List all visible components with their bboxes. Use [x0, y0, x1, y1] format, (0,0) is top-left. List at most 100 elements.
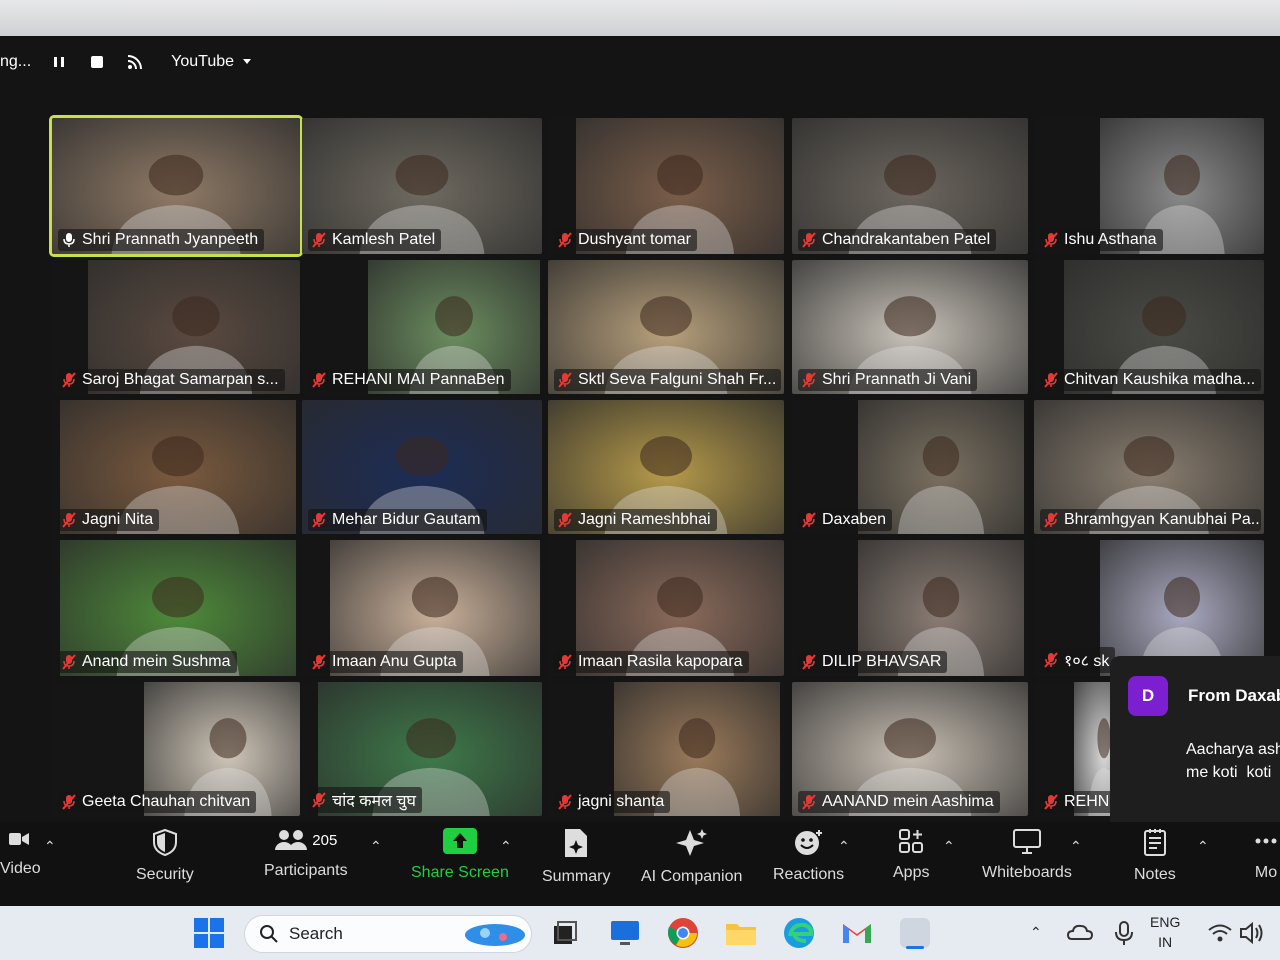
microphone-icon[interactable] — [1110, 919, 1138, 947]
more-button[interactable]: Mo — [1254, 828, 1278, 882]
participant-tile[interactable]: Bhramhgyan Kanubhai Pa... — [1034, 400, 1264, 534]
reactions-button[interactable]: Reactions — [773, 828, 844, 884]
notes-button[interactable]: Notes — [1134, 828, 1176, 884]
share-options-caret-icon[interactable]: ⌃ — [500, 838, 512, 855]
participant-name-tag: Dushyant tomar — [554, 229, 697, 251]
participant-tile[interactable]: Chandrakantaben Patel — [792, 118, 1028, 254]
caret-down-icon — [243, 59, 252, 64]
participant-tile[interactable]: Ishu Asthana — [1034, 118, 1264, 254]
onedrive-icon[interactable] — [1066, 919, 1094, 947]
participant-name: Chandrakantaben Patel — [822, 231, 991, 248]
desktop-app-icon[interactable] — [608, 916, 642, 950]
participant-tile[interactable]: Jagni Rameshbhai — [548, 400, 784, 534]
participant-tile[interactable]: jagni shanta — [548, 682, 784, 816]
participant-name: REHNI — [1064, 793, 1114, 810]
participant-tile[interactable]: Saroj Bhagat Samarpan s... — [52, 260, 300, 394]
muted-mic-icon — [312, 372, 326, 388]
pause-icon[interactable] — [49, 52, 69, 72]
taskbar-search[interactable]: Search — [244, 915, 532, 953]
gmail-icon[interactable] — [840, 916, 874, 950]
muted-mic-icon — [62, 794, 76, 810]
participant-tile[interactable]: चांद कमल चुघ — [302, 682, 542, 816]
participants-label: Participants — [264, 862, 348, 879]
whiteboards-button[interactable]: Whiteboards — [982, 828, 1072, 882]
participant-name: Kamlesh Patel — [332, 231, 436, 248]
reactions-options-caret-icon[interactable]: ⌃ — [838, 838, 850, 855]
muted-mic-icon — [802, 372, 816, 388]
participant-name: Saroj Bhagat Samarpan s... — [82, 371, 279, 388]
participant-tile[interactable]: REHANI MAI PannaBen — [302, 260, 542, 394]
participant-tile[interactable]: Jagni Nita — [52, 400, 300, 534]
summary-label: Summary — [542, 868, 611, 885]
muted-mic-icon — [1044, 652, 1058, 668]
summary-button[interactable]: Summary — [542, 828, 610, 886]
task-view-icon[interactable] — [548, 916, 582, 950]
edge-icon[interactable] — [782, 916, 816, 950]
sparkle-icon — [675, 829, 707, 856]
participant-tile[interactable]: Dushyant tomar — [548, 118, 784, 254]
whiteboards-label: Whiteboards — [982, 864, 1072, 881]
video-options-caret-icon[interactable]: ⌃ — [44, 838, 56, 855]
more-dots-icon — [1255, 838, 1277, 844]
participant-tile[interactable]: Shri Prannath Ji Vani — [792, 260, 1028, 394]
zoom-app-icon[interactable] — [898, 916, 932, 950]
participant-tile[interactable]: Kamlesh Patel — [302, 118, 542, 254]
chat-notification[interactable]: D From Daxab Aacharya ash me koti koti — [1110, 656, 1280, 838]
muted-mic-icon — [802, 232, 816, 248]
volume-icon[interactable] — [1238, 919, 1266, 947]
chrome-icon[interactable] — [666, 916, 700, 950]
participant-name-tag: Shri Prannath Ji Vani — [798, 369, 978, 391]
participant-name: Imaan Rasila kapopara — [578, 653, 743, 670]
participant-name-tag: Chitvan Kaushika madha... — [1040, 369, 1261, 391]
participant-name-tag: Shri Prannath Jyanpeeth — [58, 229, 265, 251]
smiley-icon — [794, 830, 822, 855]
language-indicator[interactable]: ENG IN — [1150, 912, 1180, 952]
security-button[interactable]: Security — [136, 828, 194, 884]
participants-count: 205 — [312, 831, 338, 849]
apps-options-caret-icon[interactable]: ⌃ — [943, 838, 955, 855]
stop-icon[interactable] — [87, 52, 107, 72]
video-button[interactable]: Video — [0, 828, 41, 878]
participant-tile[interactable]: Geeta Chauhan chitvan — [52, 682, 300, 816]
participant-tile[interactable]: Chitvan Kaushika madha... — [1034, 260, 1264, 394]
participant-tile[interactable]: Sktl Seva Falguni Shah Fr... — [548, 260, 784, 394]
participant-name: Bhramhgyan Kanubhai Pa... — [1064, 511, 1261, 528]
wifi-icon[interactable] — [1206, 919, 1234, 947]
ai-companion-button[interactable]: AI Companion — [641, 828, 742, 886]
muted-mic-icon — [1044, 794, 1058, 810]
participants-button[interactable]: 205 Participants — [264, 828, 348, 880]
participant-tile[interactable]: AANAND mein Aashima — [792, 682, 1028, 816]
show-hidden-icons[interactable]: ⌃ — [1030, 922, 1042, 942]
apps-button[interactable]: Apps — [893, 828, 929, 882]
stream-target-label: YouTube — [171, 53, 235, 70]
participant-tile[interactable]: Mehar Bidur Gautam — [302, 400, 542, 534]
participant-tile[interactable]: Imaan Rasila kapopara — [548, 540, 784, 676]
broadcast-icon[interactable] — [125, 52, 145, 72]
participant-name-tag: Sktl Seva Falguni Shah Fr... — [554, 369, 781, 391]
participant-tile[interactable]: DILIP BHAVSAR — [792, 540, 1028, 676]
muted-mic-icon — [558, 654, 572, 670]
stream-target-dropdown[interactable]: YouTube — [163, 49, 260, 75]
participant-name-tag: Anand mein Sushma — [58, 651, 237, 673]
participant-tile[interactable]: Shri Prannath Jyanpeeth — [49, 115, 303, 257]
participant-tile[interactable]: Daxaben — [792, 400, 1028, 534]
participant-name: Shri Prannath Ji Vani — [822, 371, 972, 388]
chat-sender: From Daxab — [1188, 686, 1280, 705]
windows-start-icon[interactable] — [192, 916, 226, 950]
video-camera-icon — [9, 833, 30, 845]
security-label: Security — [136, 866, 194, 883]
muted-mic-icon — [312, 512, 326, 528]
share-screen-label: Share Screen — [411, 864, 509, 881]
muted-mic-icon — [312, 792, 326, 808]
muted-mic-icon — [312, 232, 326, 248]
participant-name: DILIP BHAVSAR — [822, 653, 942, 670]
participant-tile[interactable]: Imaan Anu Gupta — [302, 540, 542, 676]
participants-options-caret-icon[interactable]: ⌃ — [370, 838, 382, 855]
participant-tile[interactable]: Anand mein Sushma — [52, 540, 300, 676]
share-screen-button[interactable]: Share Screen — [411, 828, 509, 882]
notes-icon — [1143, 829, 1166, 856]
whiteboards-options-caret-icon[interactable]: ⌃ — [1070, 838, 1082, 855]
notes-options-caret-icon[interactable]: ⌃ — [1197, 838, 1209, 855]
file-explorer-icon[interactable] — [724, 916, 758, 950]
muted-mic-icon — [558, 372, 572, 388]
